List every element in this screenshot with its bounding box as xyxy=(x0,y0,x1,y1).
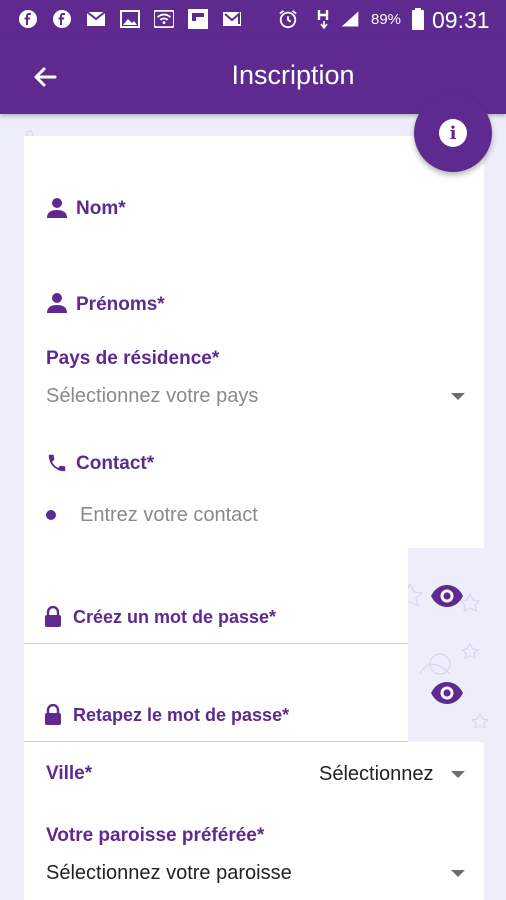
phone-icon xyxy=(46,452,68,474)
chevron-down-icon xyxy=(451,870,465,877)
lock-icon xyxy=(44,703,62,726)
image-icon xyxy=(120,9,140,29)
contact-placeholder: Entrez votre contact xyxy=(80,504,258,526)
ville-label: Ville* xyxy=(46,763,93,784)
chevron-down-icon xyxy=(451,393,465,400)
country-flag-dot[interactable] xyxy=(46,510,56,520)
person-icon xyxy=(46,197,68,219)
password-field[interactable]: Créez un mot de passe* xyxy=(24,548,408,644)
person-icon xyxy=(46,292,68,314)
alarm-icon xyxy=(278,9,298,29)
facebook-icon xyxy=(52,9,72,29)
mail-icon xyxy=(86,9,106,29)
nom-label: Nom* xyxy=(76,198,126,219)
facebook-icon xyxy=(18,9,38,29)
flipboard-icon xyxy=(188,9,208,29)
prenoms-label: Prénoms* xyxy=(76,294,165,315)
pays-placeholder: Sélectionnez votre pays xyxy=(46,385,259,407)
signal-icon xyxy=(340,9,360,29)
eye-icon[interactable] xyxy=(430,584,464,608)
ville-select[interactable]: Sélectionnez xyxy=(310,756,470,792)
clock: 09:31 xyxy=(432,7,490,33)
battery-icon xyxy=(408,8,428,30)
prenoms-input[interactable] xyxy=(46,320,466,348)
page-title: Inscription xyxy=(231,60,355,90)
pays-select[interactable]: Sélectionnez votre pays xyxy=(46,380,470,414)
contact-label: Contact* xyxy=(76,453,155,474)
contact-input[interactable]: Entrez votre contact xyxy=(78,500,468,534)
chevron-down-icon xyxy=(451,771,465,778)
gmail-icon xyxy=(222,9,242,29)
password-confirm-field[interactable]: Retapez le mot de passe* xyxy=(24,644,408,742)
lock-icon xyxy=(44,605,62,628)
wifi-icon xyxy=(154,9,174,29)
pays-label: Pays de résidence* xyxy=(46,348,220,369)
info-icon: i xyxy=(439,119,467,147)
password-confirm-label: Retapez le mot de passe* xyxy=(73,705,290,725)
battery-percent: 89% xyxy=(371,11,402,28)
eye-icon[interactable] xyxy=(430,681,464,705)
nom-input[interactable] xyxy=(46,228,466,268)
paroisse-select[interactable]: Sélectionnez votre paroisse xyxy=(46,856,470,892)
status-bar: 89% 09:31 xyxy=(0,0,506,38)
info-button[interactable]: i xyxy=(414,94,492,172)
paroisse-value: Sélectionnez votre paroisse xyxy=(46,862,292,884)
ville-value: Sélectionnez xyxy=(319,763,434,785)
paroisse-label: Votre paroisse préférée* xyxy=(46,825,265,846)
h-signal-icon xyxy=(314,9,334,30)
password-label: Créez un mot de passe* xyxy=(73,607,277,627)
